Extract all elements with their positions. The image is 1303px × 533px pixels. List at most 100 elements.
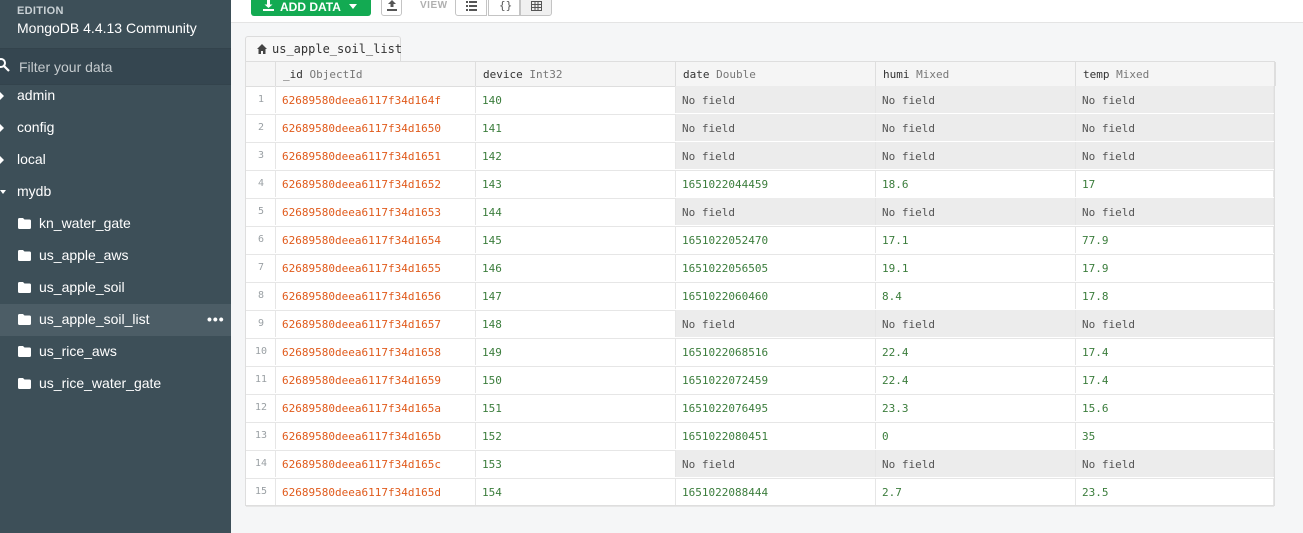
table-cell-date[interactable]: No field	[676, 450, 876, 477]
table-cell-device[interactable]: 153	[476, 450, 676, 477]
table-row[interactable]: 2 62689580deea6117f34d1650 141 No field No f…	[246, 114, 1274, 143]
table-cell-temp[interactable]: No field	[1076, 310, 1274, 337]
table-cell-device[interactable]: 145	[476, 226, 676, 253]
table-cell-humi[interactable]: No field	[876, 198, 1076, 225]
table-cell-device[interactable]: 149	[476, 338, 676, 365]
table-cell-id[interactable]: 62689580deea6117f34d1652	[276, 170, 476, 197]
table-cell-temp[interactable]: 17.4	[1076, 366, 1274, 393]
table-cell-humi[interactable]: 22.4	[876, 338, 1076, 365]
sidebar-collection-us-rice-aws[interactable]: us_rice_aws	[0, 336, 231, 368]
table-cell-id[interactable]: 62689580deea6117f34d1654	[276, 226, 476, 253]
table-cell-humi[interactable]: 17.1	[876, 226, 1076, 253]
sidebar-collection-us-apple-soil[interactable]: us_apple_soil	[0, 272, 231, 304]
table-cell-date[interactable]: No field	[676, 198, 876, 225]
table-cell-temp[interactable]: No field	[1076, 450, 1274, 477]
sidebar-db-config[interactable]: config	[0, 112, 231, 144]
filter-input[interactable]	[17, 56, 221, 78]
table-cell-humi[interactable]: 18.6	[876, 170, 1076, 197]
table-cell-date[interactable]: No field	[676, 86, 876, 113]
table-cell-date[interactable]: 1651022044459	[676, 170, 876, 197]
table-row[interactable]: 8 62689580deea6117f34d1656 147 165102206046…	[246, 282, 1274, 311]
table-row[interactable]: 3 62689580deea6117f34d1651 142 No field No f…	[246, 142, 1274, 171]
table-cell-date[interactable]: 1651022060460	[676, 282, 876, 309]
table-cell-humi[interactable]: No field	[876, 142, 1076, 169]
view-table-button[interactable]	[520, 0, 552, 16]
sidebar-db-local[interactable]: local	[0, 144, 231, 176]
table-cell-humi[interactable]: 8.4	[876, 282, 1076, 309]
table-row[interactable]: 5 62689580deea6117f34d1653 144 No field No f…	[246, 198, 1274, 227]
export-button[interactable]	[381, 0, 402, 16]
table-row[interactable]: 4 62689580deea6117f34d1652 143 165102204445…	[246, 170, 1274, 199]
tab-us-apple-soil-list[interactable]: us_apple_soil_list	[245, 36, 402, 62]
table-cell-humi[interactable]: 0	[876, 422, 1076, 449]
table-cell-id[interactable]: 62689580deea6117f34d1659	[276, 366, 476, 393]
table-cell-humi[interactable]: 22.4	[876, 366, 1076, 393]
table-cell-temp[interactable]: No field	[1076, 142, 1274, 169]
table-row[interactable]: 13 62689580deea6117f34d165b 152 16510220804…	[246, 422, 1274, 451]
table-cell-id[interactable]: 62689580deea6117f34d164f	[276, 86, 476, 113]
sidebar-collection-us-apple-soil-list[interactable]: us_apple_soil_list •••	[0, 304, 231, 336]
table-cell-id[interactable]: 62689580deea6117f34d165d	[276, 478, 476, 505]
sidebar-db-admin[interactable]: admin	[0, 80, 231, 112]
more-options-icon[interactable]: •••	[207, 311, 225, 327]
table-cell-device[interactable]: 154	[476, 478, 676, 505]
table-cell-humi[interactable]: No field	[876, 86, 1076, 113]
table-cell-device[interactable]: 143	[476, 170, 676, 197]
table-cell-device[interactable]: 140	[476, 86, 676, 113]
column-header-humi[interactable]: humi Mixed	[876, 62, 1076, 86]
table-cell-humi[interactable]: No field	[876, 114, 1076, 141]
table-cell-date[interactable]: 1651022068516	[676, 338, 876, 365]
table-cell-temp[interactable]: 23.5	[1076, 478, 1274, 505]
column-header-date[interactable]: date Double	[676, 62, 876, 86]
table-cell-date[interactable]: No field	[676, 310, 876, 337]
table-cell-id[interactable]: 62689580deea6117f34d1651	[276, 142, 476, 169]
table-row[interactable]: 10 62689580deea6117f34d1658 149 16510220685…	[246, 338, 1274, 367]
column-header-device[interactable]: device Int32	[476, 62, 676, 86]
table-cell-temp[interactable]: 17.4	[1076, 338, 1274, 365]
table-row[interactable]: 6 62689580deea6117f34d1654 145 165102205247…	[246, 226, 1274, 255]
table-cell-id[interactable]: 62689580deea6117f34d1656	[276, 282, 476, 309]
table-cell-id[interactable]: 62689580deea6117f34d1655	[276, 254, 476, 281]
table-cell-device[interactable]: 144	[476, 198, 676, 225]
table-cell-humi[interactable]: No field	[876, 450, 1076, 477]
table-cell-date[interactable]: 1651022052470	[676, 226, 876, 253]
table-cell-device[interactable]: 150	[476, 366, 676, 393]
add-data-button[interactable]: ADD DATA	[251, 0, 371, 16]
sidebar-db-mydb[interactable]: mydb	[0, 176, 231, 208]
table-cell-humi[interactable]: 19.1	[876, 254, 1076, 281]
table-cell-temp[interactable]: 15.6	[1076, 394, 1274, 421]
table-cell-date[interactable]: 1651022056505	[676, 254, 876, 281]
table-cell-temp[interactable]: 17.8	[1076, 282, 1274, 309]
table-cell-device[interactable]: 151	[476, 394, 676, 421]
table-cell-temp[interactable]: 35	[1076, 422, 1274, 449]
table-cell-device[interactable]: 146	[476, 254, 676, 281]
sidebar-collection-us-apple-aws[interactable]: us_apple_aws	[0, 240, 231, 272]
column-header-id[interactable]: _id ObjectId	[276, 62, 476, 86]
table-cell-date[interactable]: 1651022076495	[676, 394, 876, 421]
table-cell-device[interactable]: 152	[476, 422, 676, 449]
table-cell-temp[interactable]: 17.9	[1076, 254, 1274, 281]
table-cell-id[interactable]: 62689580deea6117f34d1658	[276, 338, 476, 365]
sidebar-collection-kn-water-gate[interactable]: kn_water_gate	[0, 208, 231, 240]
table-cell-date[interactable]: 1651022080451	[676, 422, 876, 449]
table-row[interactable]: 14 62689580deea6117f34d165c 153 No field No …	[246, 450, 1274, 479]
table-cell-humi[interactable]: 23.3	[876, 394, 1076, 421]
table-cell-date[interactable]: 1651022088444	[676, 478, 876, 505]
table-cell-device[interactable]: 148	[476, 310, 676, 337]
table-row[interactable]: 1 62689580deea6117f34d164f 140 No field No f…	[246, 86, 1274, 115]
table-cell-id[interactable]: 62689580deea6117f34d165c	[276, 450, 476, 477]
table-cell-id[interactable]: 62689580deea6117f34d165b	[276, 422, 476, 449]
table-row[interactable]: 9 62689580deea6117f34d1657 148 No field No f…	[246, 310, 1274, 339]
table-cell-humi[interactable]: 2.7	[876, 478, 1076, 505]
table-cell-id[interactable]: 62689580deea6117f34d1653	[276, 198, 476, 225]
table-cell-temp[interactable]: 17	[1076, 170, 1274, 197]
view-json-button[interactable]: {}	[488, 0, 520, 16]
table-row[interactable]: 7 62689580deea6117f34d1655 146 165102205650…	[246, 254, 1274, 283]
table-cell-id[interactable]: 62689580deea6117f34d165a	[276, 394, 476, 421]
table-cell-date[interactable]: No field	[676, 114, 876, 141]
column-header-temp[interactable]: temp Mixed	[1076, 62, 1276, 86]
table-cell-date[interactable]: 1651022072459	[676, 366, 876, 393]
table-cell-temp[interactable]: No field	[1076, 114, 1274, 141]
table-cell-humi[interactable]: No field	[876, 310, 1076, 337]
table-cell-temp[interactable]: No field	[1076, 198, 1274, 225]
